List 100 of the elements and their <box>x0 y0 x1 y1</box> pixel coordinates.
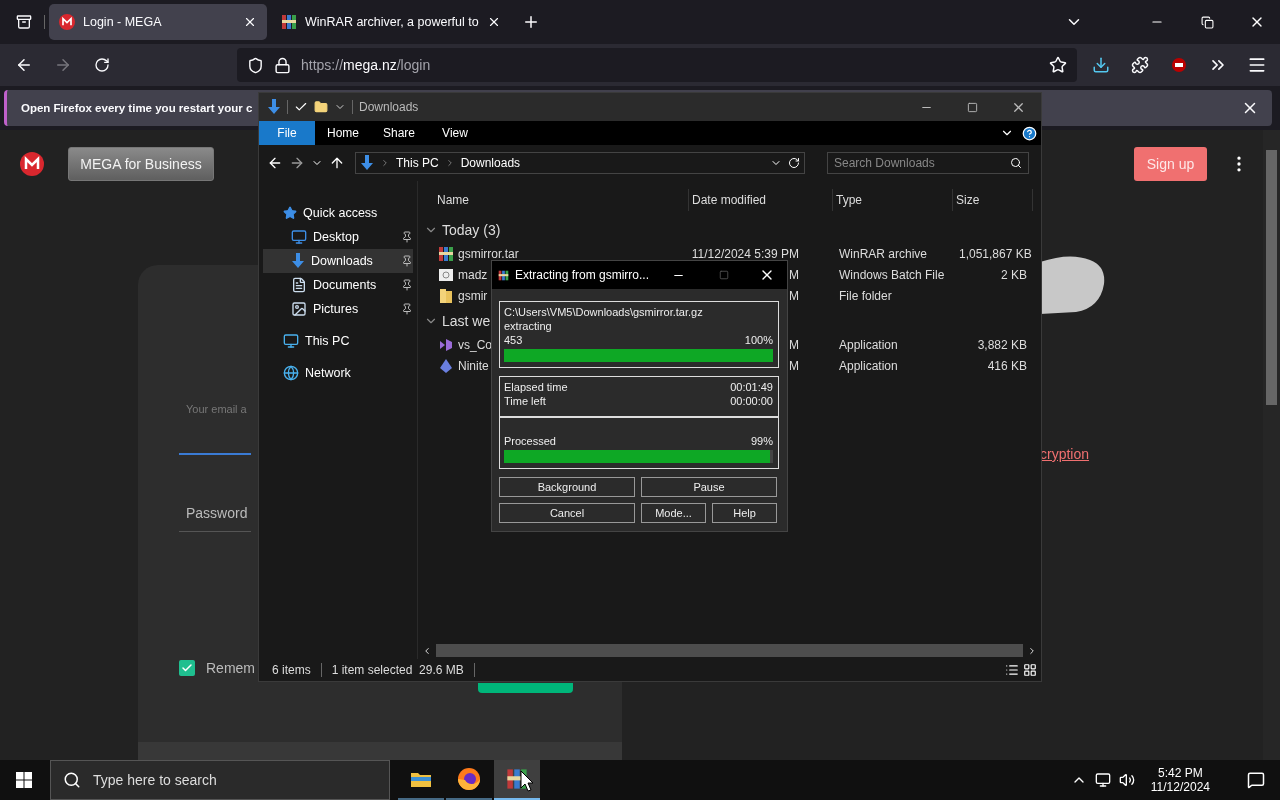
item-count: 6 items <box>272 663 311 677</box>
file-type: Application <box>838 337 899 352</box>
column-header[interactable]: Date modified <box>689 189 833 211</box>
dialog-button[interactable]: Background <box>499 476 635 497</box>
ribbon-tab[interactable]: File <box>259 121 315 145</box>
computer-icon <box>283 333 299 349</box>
browser-tab[interactable]: Login - MEGA <box>49 4 267 40</box>
download-arrow-icon <box>360 155 374 171</box>
star-icon <box>283 206 297 220</box>
file-name: vs_Co <box>458 337 492 352</box>
forward-icon[interactable] <box>289 155 305 171</box>
group-header[interactable]: Last we <box>442 313 491 329</box>
scrollbar[interactable] <box>1263 130 1280 760</box>
tab-title: Login - MEGA <box>83 15 163 29</box>
column-header[interactable]: Size <box>953 189 1033 211</box>
mouse-pointer-icon <box>520 770 534 792</box>
download-arrow-icon <box>291 253 305 269</box>
breadcrumb-item[interactable]: Downloads <box>460 156 521 170</box>
time-value: 00:01:49 <box>730 380 773 394</box>
horizontal-scrollbar[interactable] <box>436 644 1023 657</box>
large-icons-view-icon[interactable] <box>1023 663 1037 677</box>
remember-checkbox[interactable] <box>179 660 195 676</box>
file-date: M <box>788 358 799 373</box>
scroll-right-icon[interactable] <box>1027 645 1037 656</box>
file-type: File folder <box>838 288 893 303</box>
file-date: 11/12/2024 5:39 PM <box>690 246 799 261</box>
books-icon <box>438 245 454 262</box>
nav-item[interactable]: Network <box>263 361 413 385</box>
file-size: 3,882 KB <box>976 337 1028 352</box>
dialog-button[interactable]: Mode... <box>641 502 706 523</box>
file-date: M <box>788 288 799 303</box>
file-date: M <box>788 267 799 282</box>
clock[interactable]: 5:42 PM 11/12/2024 <box>1150 766 1210 794</box>
file-type: Windows Batch File <box>838 267 946 282</box>
encryption-link[interactable]: cryption <box>1040 446 1263 462</box>
column-header[interactable]: Name <box>434 189 689 211</box>
up-icon[interactable] <box>329 155 345 171</box>
back-icon[interactable] <box>267 155 283 171</box>
dialog-title: Extracting from gsmirro... <box>514 268 649 282</box>
folder-icon <box>410 770 432 788</box>
star-icon[interactable] <box>1049 56 1067 74</box>
mega-logo-icon <box>59 14 75 30</box>
network-icon <box>283 365 299 381</box>
dialog-button[interactable]: Cancel <box>499 502 635 523</box>
restore-icon[interactable] <box>1200 15 1214 29</box>
time-label: Elapsed time <box>504 380 568 394</box>
processed-label: Processed <box>504 433 556 448</box>
nav-item[interactable]: Downloads <box>263 249 413 273</box>
ribbon-tab[interactable]: View <box>427 121 483 145</box>
dialog-button[interactable]: Pause <box>641 476 777 497</box>
lock-icon[interactable] <box>274 56 291 74</box>
notification-text: Open Firefox every time you restart your c <box>21 102 253 114</box>
speaker-icon[interactable] <box>1118 772 1135 788</box>
file-name: gsmirror.tar <box>458 246 519 261</box>
mega-logo-icon[interactable] <box>20 152 44 176</box>
scroll-left-icon[interactable] <box>422 645 432 656</box>
nav-item[interactable]: Quick access <box>263 201 413 225</box>
file-type: WinRAR archive <box>838 246 929 261</box>
app-icon <box>438 357 454 374</box>
time-value: 00:00:00 <box>730 394 773 408</box>
network-icon[interactable] <box>1094 772 1111 788</box>
nav-item[interactable]: Documents <box>263 273 413 297</box>
file-count: 453 <box>504 333 523 347</box>
close-icon[interactable] <box>243 15 257 29</box>
archive-path: C:\Users\VM5\Downloads\gsmirror.tar.gz <box>504 305 704 319</box>
maximize-icon <box>719 270 729 280</box>
browser-tab[interactable]: WinRAR archiver, a powerful to <box>271 4 511 40</box>
nav-item[interactable]: Desktop <box>263 225 413 249</box>
taskbar-app[interactable] <box>494 760 540 800</box>
address-bar[interactable]: This PC Downloads <box>355 152 805 174</box>
search-icon <box>63 771 81 789</box>
gear-document-icon <box>438 266 454 283</box>
selection-info: 1 item selected 29.6 MB <box>331 663 464 677</box>
search-field[interactable]: Search Downloads <box>827 152 1029 174</box>
group-header[interactable]: Today (3) <box>442 222 501 238</box>
taskbar-search-field[interactable]: Type here to search <box>50 760 390 800</box>
ribbon-tab[interactable]: Share <box>371 121 427 145</box>
help-icon[interactable] <box>1022 125 1037 141</box>
nav-item[interactable]: This PC <box>263 329 413 353</box>
file-percent: 100% <box>744 333 773 347</box>
breadcrumb-item[interactable]: This PC <box>396 156 439 170</box>
url-field[interactable]: https://mega.nz/login <box>237 48 1077 82</box>
picture-icon <box>291 301 307 317</box>
refresh-icon[interactable] <box>788 157 800 169</box>
nav-item[interactable]: Pictures <box>263 297 413 321</box>
folder-icon[interactable] <box>314 100 328 114</box>
details-view-icon[interactable] <box>1005 663 1019 677</box>
business-button[interactable]: MEGA for Business <box>68 147 214 181</box>
chevron-icon[interactable] <box>380 158 390 168</box>
books-icon <box>281 14 297 30</box>
dialog-button[interactable]: Help <box>712 502 777 523</box>
password-field[interactable]: Password <box>179 503 251 532</box>
shield-icon[interactable] <box>247 56 264 74</box>
processed-percent: 99% <box>750 433 773 448</box>
properties-icon[interactable] <box>294 100 308 114</box>
desktop-icon <box>291 229 307 245</box>
ribbon-tab[interactable]: Home <box>315 121 371 145</box>
folder-icon <box>438 287 454 304</box>
column-header[interactable]: Type <box>833 189 953 211</box>
maximize-icon[interactable] <box>966 101 978 113</box>
